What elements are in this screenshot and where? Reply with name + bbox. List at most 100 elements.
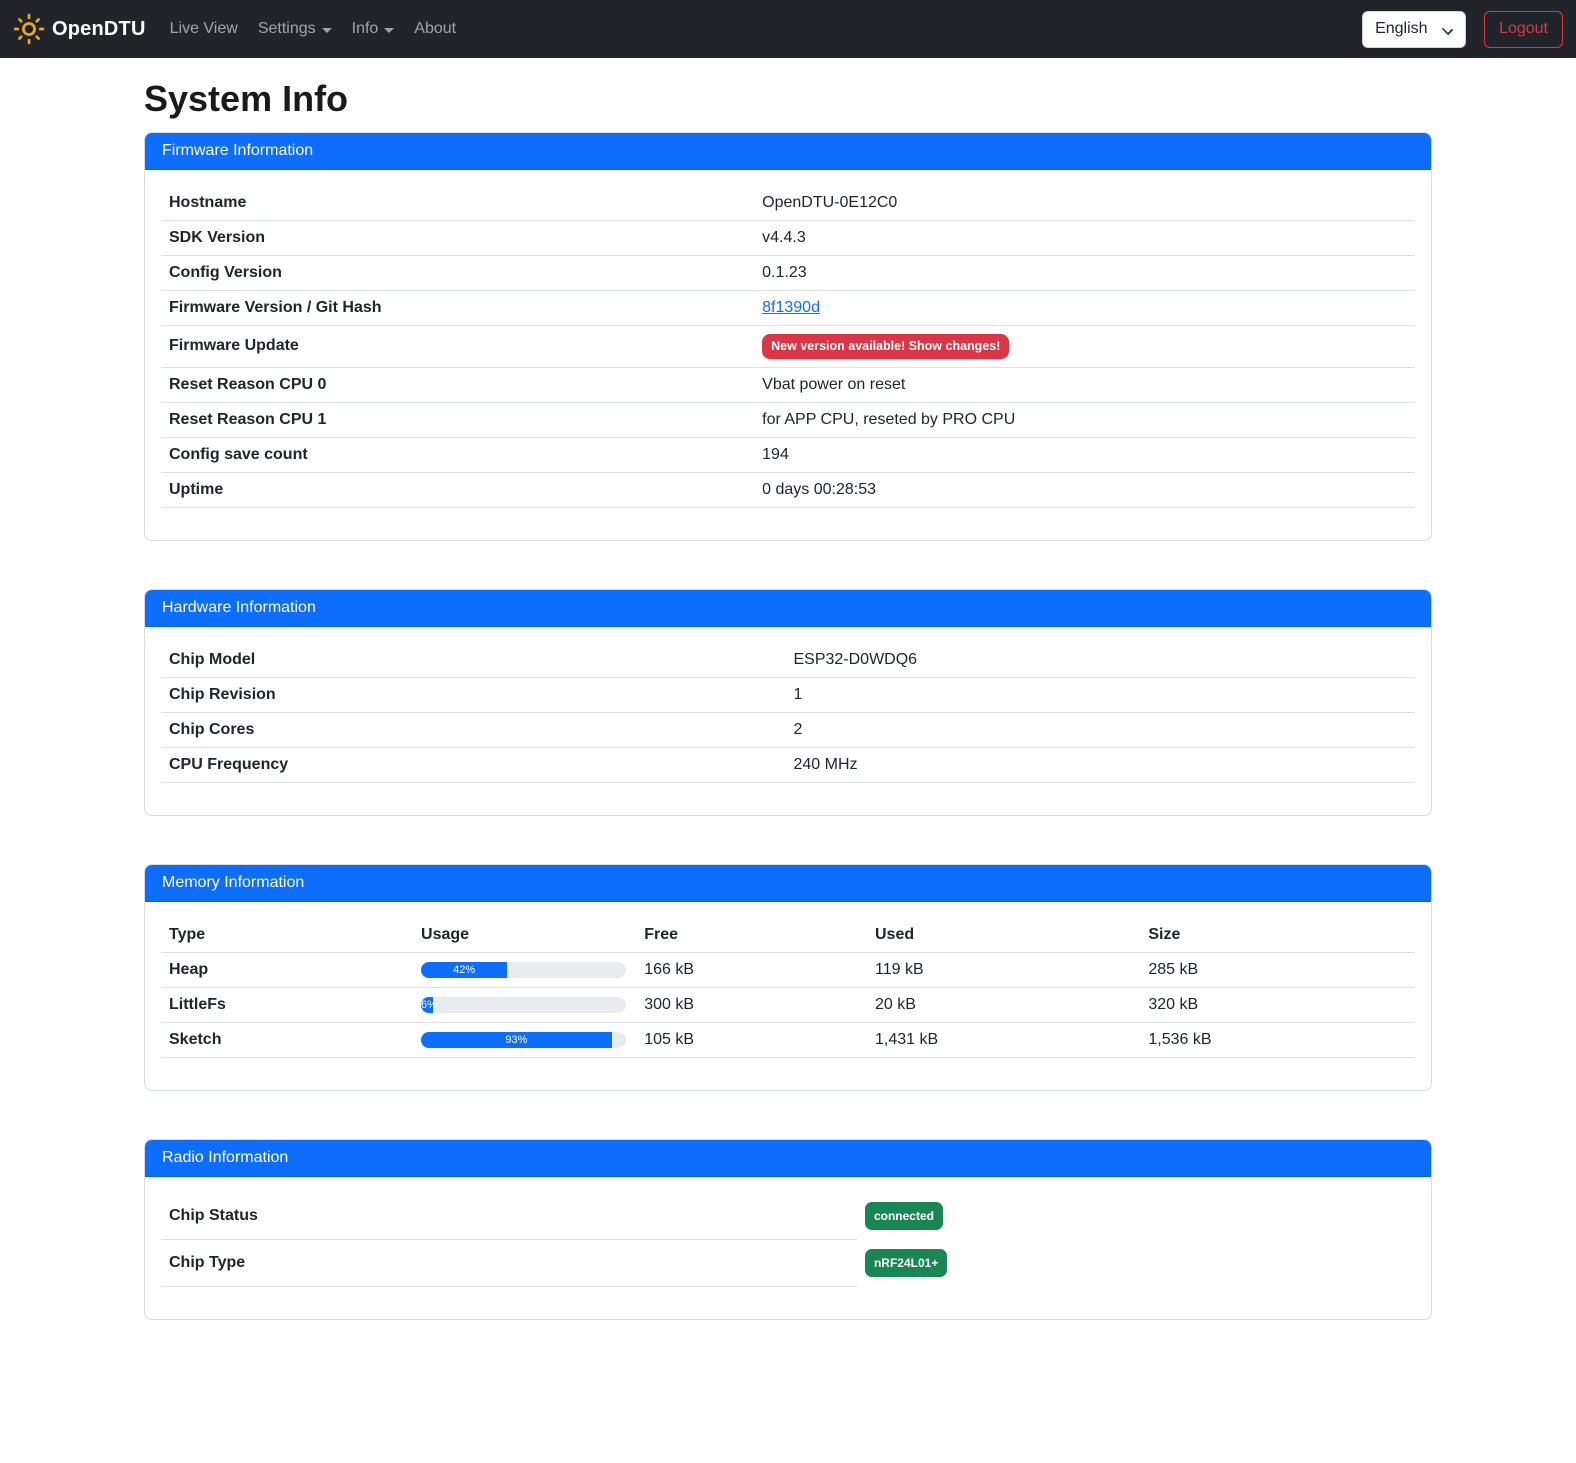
language-selected-value: English — [1375, 20, 1427, 38]
used-value: 1,431 kB — [867, 1022, 1140, 1057]
usage-cell: 42% — [413, 952, 636, 987]
navbar-right: English Logout — [1362, 11, 1563, 48]
column-header: Free — [636, 918, 867, 953]
size-value: 285 kB — [1140, 952, 1415, 987]
table-row: Config save count 194 — [161, 437, 1415, 472]
page-title: System Info — [144, 78, 1432, 120]
table-row: SDK Version v4.4.3 — [161, 221, 1415, 256]
row-value: ESP32-D0WDQ6 — [785, 643, 1415, 678]
row-label: Reset Reason CPU 1 — [161, 402, 754, 437]
size-value: 320 kB — [1140, 987, 1415, 1022]
card-header: Memory Information — [145, 865, 1431, 902]
row-label: Chip Type — [161, 1239, 857, 1286]
brand[interactable]: OpenDTU — [13, 13, 146, 45]
card-header: Hardware Information — [145, 590, 1431, 627]
row-label: Sketch — [161, 1022, 413, 1057]
brand-title: OpenDTU — [52, 18, 146, 41]
main-content: System Info Firmware Information Hostnam… — [144, 78, 1432, 1428]
nav-item-label: Live View — [170, 20, 238, 38]
row-label: Uptime — [161, 472, 754, 507]
row-value: v4.4.3 — [754, 221, 1415, 256]
row-label: Config save count — [161, 437, 754, 472]
table-row: Sketch 93% 105 kB 1,431 kB 1,536 kB — [161, 1022, 1415, 1057]
table-row: Chip Cores 2 — [161, 712, 1415, 747]
usage-cell: 93% — [413, 1022, 636, 1057]
row-label: Reset Reason CPU 0 — [161, 367, 754, 402]
table-row: Firmware Version / Git Hash 8f1390d — [161, 291, 1415, 326]
heap-progress-track: 42% — [421, 962, 626, 978]
table-row: CPU Frequency 240 MHz — [161, 747, 1415, 782]
git-hash-link[interactable]: 8f1390d — [762, 299, 820, 316]
card-body: Type Usage Free Used Size Heap 42% — [145, 902, 1431, 1090]
card-header: Firmware Information — [145, 133, 1431, 170]
table-row: Reset Reason CPU 0 Vbat power on reset — [161, 367, 1415, 402]
row-value: 0.1.23 — [754, 256, 1415, 291]
table-row: Chip Revision 1 — [161, 677, 1415, 712]
table-row: Firmware Update New version available! S… — [161, 326, 1415, 368]
row-value: 240 MHz — [785, 747, 1415, 782]
used-value: 20 kB — [867, 987, 1140, 1022]
free-value: 166 kB — [636, 952, 867, 987]
card-body: Chip Model ESP32-D0WDQ6 Chip Revision 1 … — [145, 627, 1431, 815]
row-label: Heap — [161, 952, 413, 987]
row-value: New version available! Show changes! — [754, 326, 1415, 368]
row-value: nRF24L01+ — [857, 1239, 1415, 1286]
table-row: Hostname OpenDTU-0E12C0 — [161, 186, 1415, 221]
column-header: Size — [1140, 918, 1415, 953]
logout-button[interactable]: Logout — [1484, 11, 1563, 48]
used-value: 119 kB — [867, 952, 1140, 987]
nav-item-label: Settings — [258, 20, 316, 38]
nav-item-label: Info — [352, 20, 379, 38]
hardware-table: Chip Model ESP32-D0WDQ6 Chip Revision 1 … — [161, 643, 1415, 783]
row-value: 1 — [785, 677, 1415, 712]
nav-item-live-view[interactable]: Live View — [160, 12, 248, 46]
language-select[interactable]: English — [1362, 11, 1466, 48]
table-row: Chip Model ESP32-D0WDQ6 — [161, 643, 1415, 678]
card-body: Chip Status connected Chip Type nRF24L01… — [145, 1177, 1431, 1319]
free-value: 300 kB — [636, 987, 867, 1022]
table-row: Uptime 0 days 00:28:53 — [161, 472, 1415, 507]
chip-status-badge: connected — [865, 1202, 943, 1230]
chevron-down-icon — [322, 28, 332, 33]
nav-item-info[interactable]: Info — [342, 12, 405, 46]
chevron-down-icon — [384, 28, 394, 33]
row-value: 0 days 00:28:53 — [754, 472, 1415, 507]
nav-item-about[interactable]: About — [404, 12, 466, 46]
sun-logo-icon — [13, 13, 45, 45]
row-value: OpenDTU-0E12C0 — [754, 186, 1415, 221]
card-body: Hostname OpenDTU-0E12C0 SDK Version v4.4… — [145, 170, 1431, 540]
firmware-table: Hostname OpenDTU-0E12C0 SDK Version v4.4… — [161, 186, 1415, 508]
row-value: connected — [857, 1193, 1415, 1240]
usage-cell: 6% — [413, 987, 636, 1022]
row-label: CPU Frequency — [161, 747, 785, 782]
nav-links: Live View Settings Info About — [160, 12, 467, 46]
row-value: 2 — [785, 712, 1415, 747]
row-label: Chip Cores — [161, 712, 785, 747]
firmware-information-card: Firmware Information Hostname OpenDTU-0E… — [144, 132, 1432, 541]
table-row: Chip Status connected — [161, 1193, 1415, 1240]
nav-item-settings[interactable]: Settings — [248, 12, 342, 46]
chevron-down-icon — [1442, 23, 1453, 34]
top-navbar: OpenDTU Live View Settings Info About En… — [0, 0, 1576, 58]
table-row: Chip Type nRF24L01+ — [161, 1239, 1415, 1286]
radio-information-card: Radio Information Chip Status connected … — [144, 1139, 1432, 1320]
table-row: Heap 42% 166 kB 119 kB 285 kB — [161, 952, 1415, 987]
row-value: 8f1390d — [754, 291, 1415, 326]
row-value: 194 — [754, 437, 1415, 472]
nav-item-label: About — [414, 20, 456, 38]
firmware-update-badge[interactable]: New version available! Show changes! — [762, 334, 1009, 359]
hardware-information-card: Hardware Information Chip Model ESP32-D0… — [144, 589, 1432, 816]
row-label: SDK Version — [161, 221, 754, 256]
column-header: Used — [867, 918, 1140, 953]
free-value: 105 kB — [636, 1022, 867, 1057]
radio-table: Chip Status connected Chip Type nRF24L01… — [161, 1193, 1415, 1287]
littlefs-progress-bar: 6% — [421, 997, 433, 1013]
table-row: Config Version 0.1.23 — [161, 256, 1415, 291]
row-label: Chip Revision — [161, 677, 785, 712]
table-row: Reset Reason CPU 1 for APP CPU, reseted … — [161, 402, 1415, 437]
littlefs-progress-track: 6% — [421, 997, 626, 1013]
column-header: Type — [161, 918, 413, 953]
row-label: Firmware Update — [161, 326, 754, 368]
row-label: Config Version — [161, 256, 754, 291]
table-header-row: Type Usage Free Used Size — [161, 918, 1415, 953]
